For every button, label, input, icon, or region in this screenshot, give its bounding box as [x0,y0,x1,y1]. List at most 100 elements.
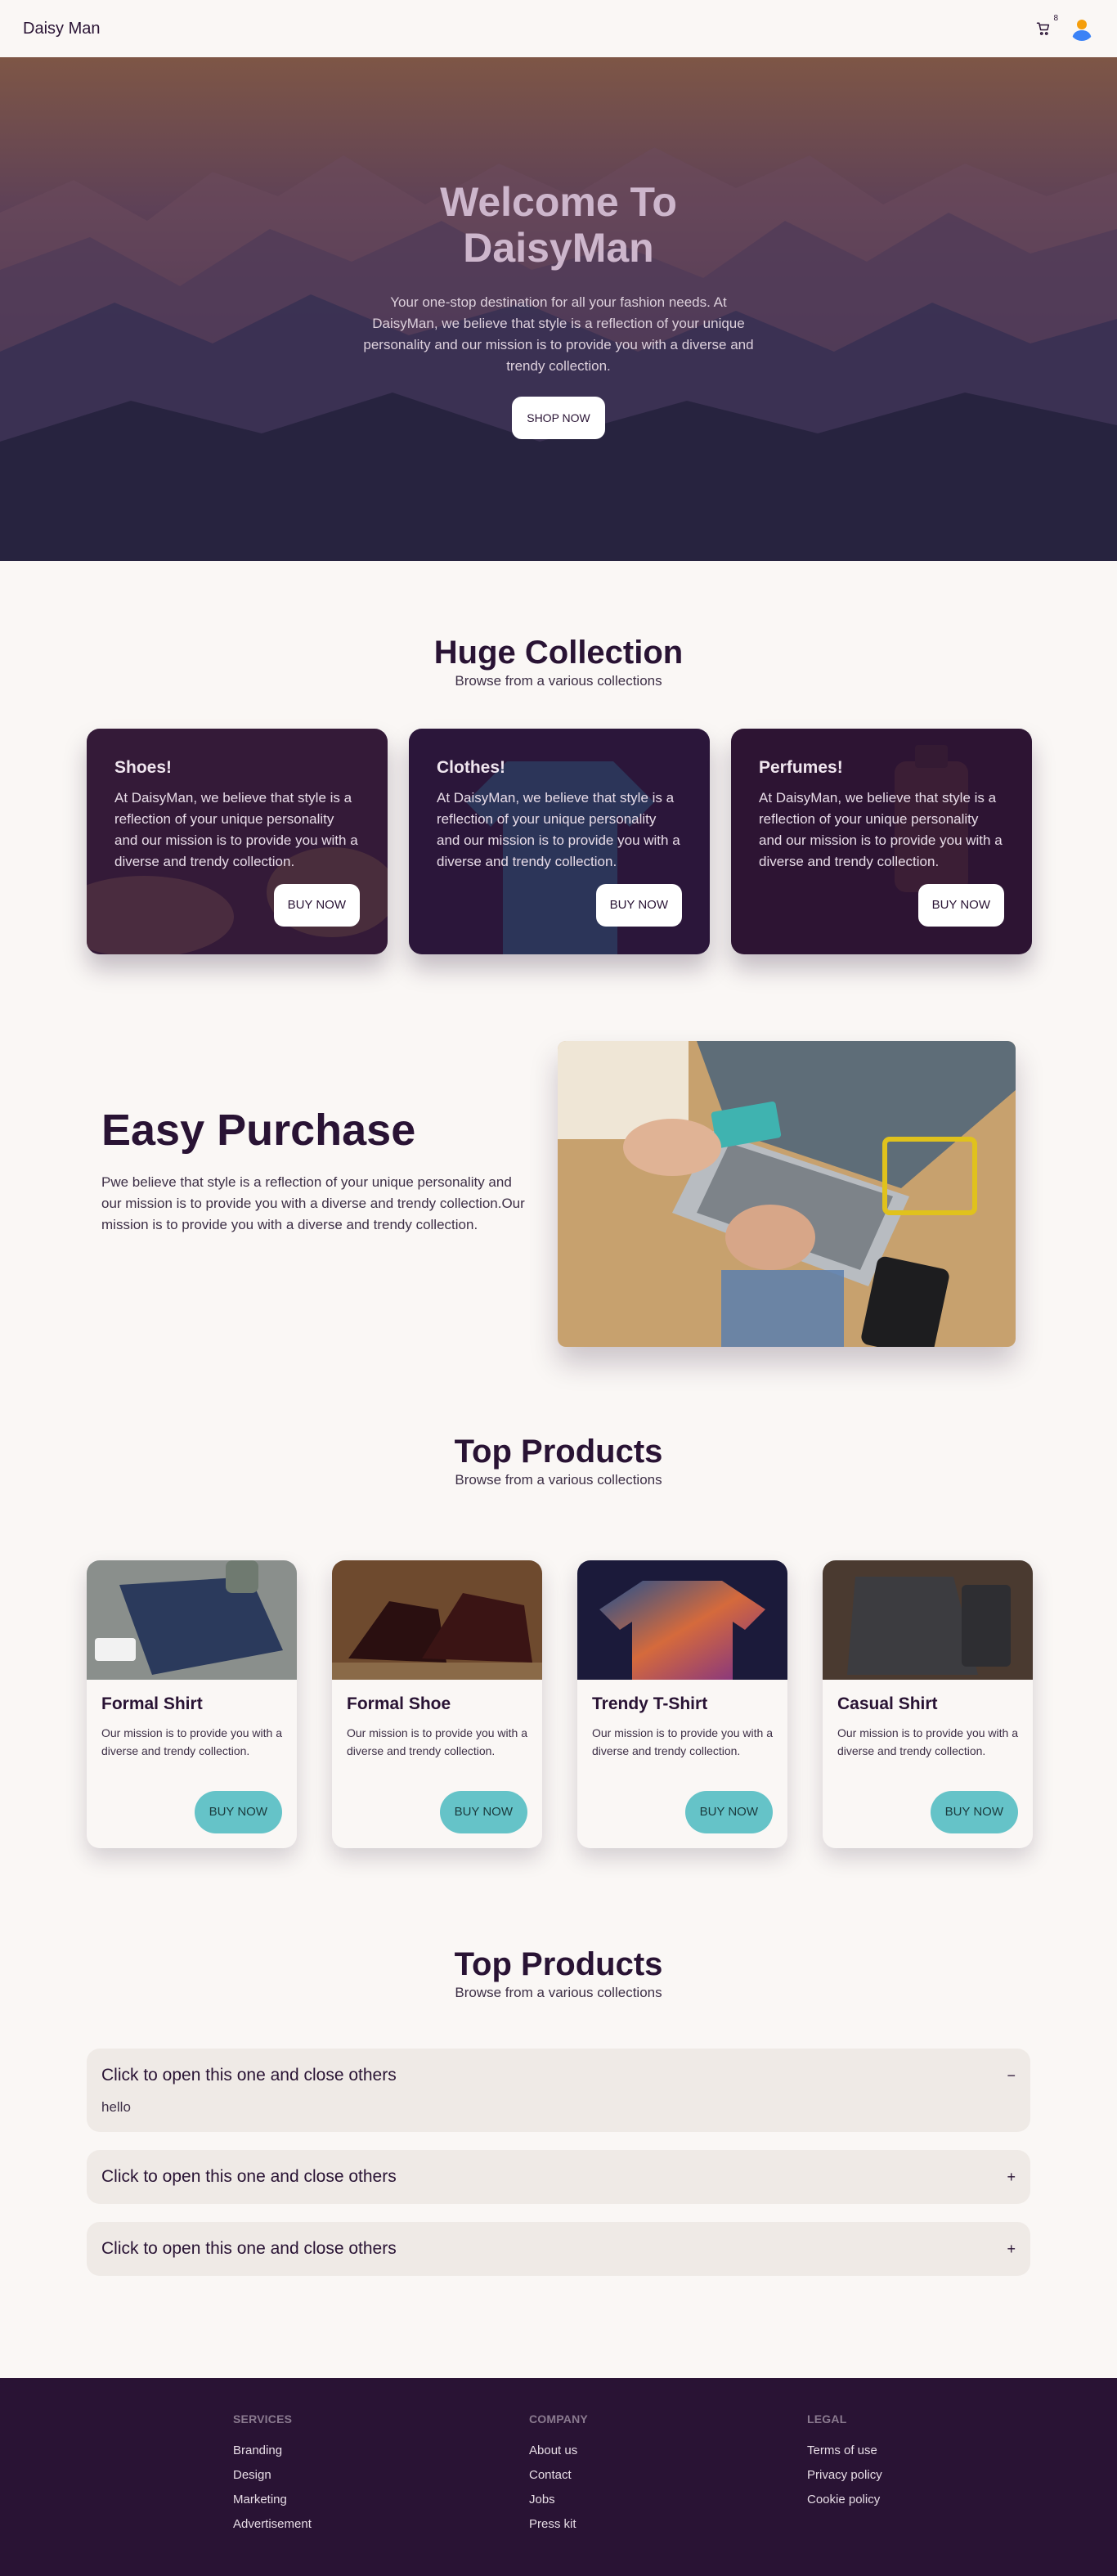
collection-title: Huge Collection [433,635,684,671]
collection-card-perfumes: Perfumes! At DaisyMan, we believe that s… [731,729,1032,954]
formal-shoe-image [332,1560,542,1680]
footer-link-terms[interactable]: Terms of use [807,2444,1103,2457]
accordion-item: Click to open this one and close others … [87,2222,1030,2276]
product-card-casual-shirt: Casual Shirt Our mission is to provide y… [823,1560,1033,1848]
formal-shirt-image [87,1560,297,1680]
collection-cards: Shoes! At DaisyMan, we believe that styl… [87,729,1117,954]
hero-description: Your one-stop destination for all your f… [363,294,754,374]
product-description: Our mission is to provide you with a div… [101,1726,282,1757]
product-title: Casual Shirt [837,1694,938,1713]
footer-link-marketing[interactable]: Marketing [233,2493,529,2506]
accordion-title: Click to open this one and close others [101,2167,397,2186]
footer-link-cookie[interactable]: Cookie policy [807,2493,1103,2506]
buy-now-button[interactable]: BUY NOW [595,884,682,927]
footer: SERVICES Branding Design Marketing Adver… [0,2378,1117,2576]
collection-card-title: Clothes! [437,758,505,777]
buy-now-button[interactable]: BUY NOW [684,1791,773,1833]
product-cards: Formal Shirt Our mission is to provide y… [87,1560,1117,1848]
accordion-toggle[interactable]: Click to open this one and close others … [87,2222,1030,2276]
hero-content: Welcome To DaisyMan Your one-stop destin… [362,179,755,439]
cart-icon [1036,22,1050,35]
top-products-title: Top Products [454,1434,663,1470]
accordion-list: Click to open this one and close others … [87,2049,1030,2276]
hero-banner: Welcome To DaisyMan Your one-stop destin… [0,57,1117,561]
product-card-trendy-tshirt: Trendy T-Shirt Our mission is to provide… [577,1560,787,1848]
navbar-actions: 8 [1034,14,1094,41]
footer-link-privacy[interactable]: Privacy policy [807,2468,1103,2482]
accordion-section-title: Top Products [454,1946,663,1982]
user-avatar-icon [1070,16,1094,41]
product-body: Formal Shirt Our mission is to provide y… [87,1680,297,1775]
buy-now-button[interactable]: BUY NOW [439,1791,527,1833]
accordion-content: hello [101,2099,131,2115]
accordion-title: Click to open this one and close others [101,2066,397,2085]
footer-column-legal: LEGAL Terms of use Privacy policy Cookie… [807,2412,1103,2576]
laptop-shopping-image [558,1041,1016,1347]
expand-icon: + [1007,2240,1016,2257]
product-image [823,1560,1033,1680]
user-avatar[interactable] [1070,16,1094,41]
collection-card-text: At DaisyMan, we believe that style is a … [759,790,1003,869]
navbar: Daisy Man 8 [0,0,1117,57]
accordion-item-open: Click to open this one and close others … [87,2049,1030,2132]
buy-now-button[interactable]: BUY NOW [273,884,360,927]
collection-card-clothes: Clothes! At DaisyMan, we believe that st… [409,729,710,954]
product-image [332,1560,542,1680]
footer-link-branding[interactable]: Branding [233,2444,529,2457]
cart-count-badge: 8 [1053,14,1058,23]
accordion-toggle[interactable]: Click to open this one and close others … [87,2150,1030,2204]
collection-header: Huge Collection Browse from a various co… [0,635,1117,689]
easy-purchase-title: Easy Purchase [101,1106,416,1155]
product-body: Formal Shoe Our mission is to provide yo… [332,1680,542,1775]
collection-card-text: At DaisyMan, we believe that style is a … [114,790,358,869]
easy-purchase-image [558,1041,1016,1347]
footer-link-jobs[interactable]: Jobs [529,2493,807,2506]
footer-heading: LEGAL [807,2412,847,2426]
accordion-header: Top Products Browse from a various colle… [0,1946,1117,2001]
top-products-section: Top Products Browse from a various colle… [0,1434,1117,1848]
footer-heading: COMPANY [529,2412,588,2426]
easy-purchase-section: Easy Purchase Pwe believe that style is … [0,1041,1117,1347]
product-body: Trendy T-Shirt Our mission is to provide… [577,1680,787,1775]
product-description: Our mission is to provide you with a div… [837,1726,1018,1757]
footer-heading: SERVICES [233,2412,293,2426]
shop-now-button[interactable]: SHOP NOW [512,397,605,439]
expand-icon: + [1007,2168,1016,2185]
product-title: Formal Shirt [101,1694,203,1713]
hero-title-line1: Welcome To [440,179,677,225]
buy-now-button[interactable]: BUY NOW [930,1791,1018,1833]
top-products-subtitle: Browse from a various collections [455,1472,662,1488]
easy-purchase-description: Pwe believe that style is a reflection o… [101,1174,525,1232]
accordion-toggle[interactable]: Click to open this one and close others … [87,2049,1030,2103]
footer-column-company: COMPANY About us Contact Jobs Press kit [529,2412,807,2576]
easy-purchase-text: Easy Purchase Pwe believe that style is … [87,1041,558,1347]
product-card-formal-shoe: Formal Shoe Our mission is to provide yo… [332,1560,542,1848]
product-description: Our mission is to provide you with a div… [592,1726,773,1757]
collection-card-title: Perfumes! [759,758,843,777]
footer-link-contact[interactable]: Contact [529,2468,807,2482]
brand-logo[interactable]: Daisy Man [23,20,100,38]
accordion-section-subtitle: Browse from a various collections [455,1985,662,2000]
buy-now-button[interactable]: BUY NOW [194,1791,282,1833]
accordion-title: Click to open this one and close others [101,2239,397,2258]
casual-shirt-image [823,1560,1033,1680]
collection-card-shoes: Shoes! At DaisyMan, we believe that styl… [87,729,388,954]
footer-link-about-us[interactable]: About us [529,2444,807,2457]
buy-now-button[interactable]: BUY NOW [917,884,1004,927]
trendy-tshirt-image [577,1560,787,1680]
footer-link-advertisement[interactable]: Advertisement [233,2517,529,2531]
product-image [87,1560,297,1680]
product-title: Formal Shoe [347,1694,451,1713]
collapse-icon: − [1007,2067,1016,2084]
collection-card-title: Shoes! [114,758,173,777]
product-title: Trendy T-Shirt [592,1694,708,1713]
accordion-item: Click to open this one and close others … [87,2150,1030,2204]
accordion-section: Top Products Browse from a various colle… [0,1946,1117,2276]
collection-card-text: At DaisyMan, we believe that style is a … [437,790,680,869]
cart-button[interactable]: 8 [1034,14,1058,38]
footer-link-design[interactable]: Design [233,2468,529,2482]
product-body: Casual Shirt Our mission is to provide y… [823,1680,1033,1775]
footer-link-press-kit[interactable]: Press kit [529,2517,807,2531]
hero-title: Welcome To DaisyMan [362,179,755,271]
hero-title-line2: DaisyMan [463,225,654,271]
